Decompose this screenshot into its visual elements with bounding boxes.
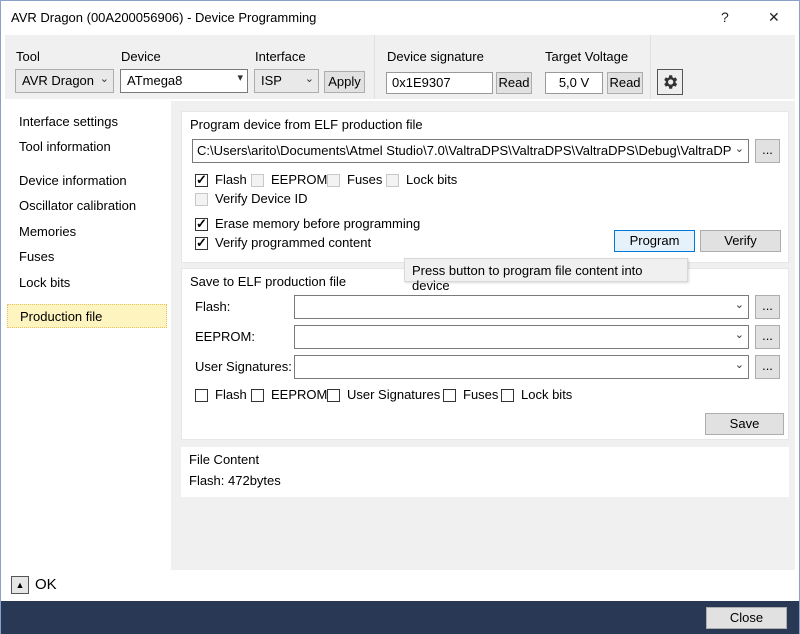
help-button[interactable]: ? bbox=[721, 9, 729, 25]
file-content-group: File Content Flash: 472bytes bbox=[181, 447, 789, 497]
chevron-down-icon: ⌄ bbox=[734, 329, 744, 341]
program-group: Program device from ELF production file … bbox=[181, 111, 789, 263]
erase-checkbox[interactable] bbox=[195, 216, 208, 232]
status-ok-label: OK bbox=[35, 576, 57, 593]
caret-down-icon: ▾ bbox=[237, 72, 243, 84]
save-group-title: Save to ELF production file bbox=[190, 274, 347, 289]
eeprom-checkbox-label: EEPROM bbox=[271, 172, 328, 187]
gear-icon bbox=[664, 75, 678, 89]
voltage-field[interactable]: 5,0 V bbox=[545, 72, 603, 94]
elf-browse-button[interactable]: ... bbox=[755, 139, 780, 163]
save-eeprom-select[interactable]: ⌄ bbox=[294, 325, 749, 349]
save-eeprom-browse-button[interactable]: ... bbox=[755, 325, 780, 349]
verify-button[interactable]: Verify bbox=[700, 230, 781, 252]
sidebar-item-oscillator-calibration[interactable]: Oscillator calibration bbox=[19, 198, 136, 213]
lockbits-checkbox-label: Lock bits bbox=[406, 172, 458, 187]
save-fuses-checkbox[interactable] bbox=[443, 389, 456, 402]
elf-path-select[interactable]: C:\Users\arito\Documents\Atmel Studio\7.… bbox=[192, 139, 749, 163]
sidebar-item-device-information[interactable]: Device information bbox=[19, 173, 127, 188]
fuses-checkbox-label: Fuses bbox=[347, 172, 383, 187]
bottom-bar: ▲ OK bbox=[5, 570, 795, 600]
chevron-down-icon: ⌄ bbox=[731, 142, 744, 155]
program-button[interactable]: Program bbox=[614, 230, 695, 252]
save-button[interactable]: Save bbox=[705, 413, 784, 435]
apply-button[interactable]: Apply bbox=[324, 71, 365, 93]
chevron-down-icon: ⌄ bbox=[734, 299, 744, 311]
verify-id-checkbox[interactable] bbox=[195, 193, 208, 206]
sidebar-item-tool-information[interactable]: Tool information bbox=[19, 139, 111, 154]
close-window-button[interactable]: ✕ bbox=[768, 9, 780, 26]
chevron-down-icon: ⌄ bbox=[734, 359, 744, 371]
sidebar-item-lock-bits[interactable]: Lock bits bbox=[19, 275, 70, 290]
title-bar: AVR Dragon (00A200056906) - Device Progr… bbox=[1, 1, 799, 35]
tool-value: AVR Dragon bbox=[22, 73, 95, 88]
expand-output-button[interactable]: ▲ bbox=[11, 576, 29, 594]
program-tooltip: Press button to program file content int… bbox=[404, 258, 688, 293]
sidebar-item-production-file[interactable]: Production file bbox=[7, 304, 167, 328]
save-lockbits-checkbox-label: Lock bits bbox=[521, 387, 573, 402]
save-usersig-label: User Signatures: bbox=[195, 359, 292, 374]
save-fuses-checkbox-label: Fuses bbox=[463, 387, 499, 402]
sidebar-item-memories[interactable]: Memories bbox=[19, 224, 76, 239]
verify-id-label: Verify Device ID bbox=[215, 191, 308, 206]
tool-select[interactable]: AVR Dragon ⌄ bbox=[15, 69, 114, 93]
sidebar-item-fuses[interactable]: Fuses bbox=[19, 249, 54, 264]
file-content-value: Flash: 472bytes bbox=[189, 473, 281, 488]
signature-field[interactable]: 0x1E9307 bbox=[386, 72, 493, 94]
save-flash-label: Flash: bbox=[195, 299, 231, 314]
lockbits-checkbox[interactable] bbox=[386, 174, 399, 187]
interface-label: Interface bbox=[255, 49, 306, 64]
settings-button[interactable] bbox=[657, 69, 683, 95]
save-group: Save to ELF production file Flash: ⌄ ...… bbox=[181, 268, 789, 440]
device-value: ATmega8 bbox=[127, 73, 183, 88]
flash-checkbox-label: Flash bbox=[215, 172, 247, 187]
voltage-read-button[interactable]: Read bbox=[607, 72, 643, 94]
device-programming-window: AVR Dragon (00A200056906) - Device Progr… bbox=[0, 0, 800, 634]
save-eeprom-checkbox-label: EEPROM bbox=[271, 387, 328, 402]
signature-read-button[interactable]: Read bbox=[496, 72, 532, 94]
save-usersig-checkbox[interactable] bbox=[327, 389, 340, 402]
device-label: Device bbox=[121, 49, 161, 64]
window-title: AVR Dragon (00A200056906) - Device Progr… bbox=[11, 10, 317, 25]
toolbar-divider bbox=[374, 35, 375, 99]
verify-content-checkbox[interactable] bbox=[195, 235, 208, 251]
toolbar-divider bbox=[650, 35, 651, 99]
sidebar-item-interface-settings[interactable]: Interface settings bbox=[19, 114, 118, 129]
save-lockbits-checkbox[interactable] bbox=[501, 389, 514, 402]
verify-content-label: Verify programmed content bbox=[215, 235, 372, 250]
save-usersig-select[interactable]: ⌄ bbox=[294, 355, 749, 379]
file-content-title: File Content bbox=[189, 452, 260, 467]
save-eeprom-label: EEPROM: bbox=[195, 329, 255, 344]
status-bar: Close bbox=[1, 601, 799, 634]
interface-value: ISP bbox=[261, 73, 282, 88]
elf-path-value: C:\Users\arito\Documents\Atmel Studio\7.… bbox=[197, 143, 744, 158]
save-flash-select[interactable]: ⌄ bbox=[294, 295, 749, 319]
fuses-checkbox[interactable] bbox=[327, 174, 340, 187]
save-usersig-checkbox-label: User Signatures bbox=[347, 387, 441, 402]
signature-label: Device signature bbox=[387, 49, 484, 64]
close-button[interactable]: Close bbox=[706, 607, 787, 629]
save-flash-checkbox[interactable] bbox=[195, 389, 208, 402]
triangle-up-icon: ▲ bbox=[15, 580, 25, 590]
voltage-label: Target Voltage bbox=[545, 49, 629, 64]
eeprom-checkbox[interactable] bbox=[251, 174, 264, 187]
chevron-down-icon: ⌄ bbox=[99, 73, 109, 85]
save-flash-browse-button[interactable]: ... bbox=[755, 295, 780, 319]
program-group-title: Program device from ELF production file bbox=[190, 117, 423, 132]
save-eeprom-checkbox[interactable] bbox=[251, 389, 264, 402]
sidebar: Interface settings Tool information Devi… bbox=[5, 101, 171, 570]
device-select[interactable]: ATmega8 ▾ bbox=[120, 69, 248, 93]
flash-checkbox[interactable] bbox=[195, 172, 208, 188]
erase-label: Erase memory before programming bbox=[215, 216, 421, 231]
save-usersig-browse-button[interactable]: ... bbox=[755, 355, 780, 379]
interface-select[interactable]: ISP ⌄ bbox=[254, 69, 319, 93]
save-flash-checkbox-label: Flash bbox=[215, 387, 247, 402]
tool-label: Tool bbox=[16, 49, 40, 64]
chevron-down-icon: ⌄ bbox=[304, 73, 314, 85]
main-content: Program device from ELF production file … bbox=[171, 101, 795, 570]
